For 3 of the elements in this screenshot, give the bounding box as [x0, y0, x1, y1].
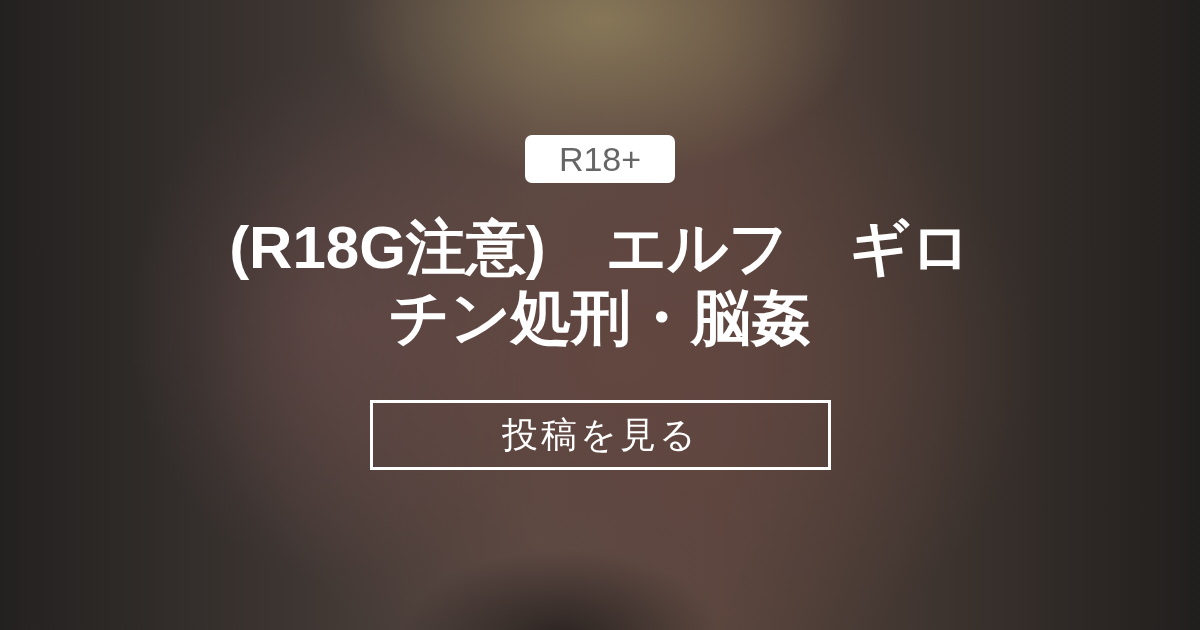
rating-badge: R18+ — [525, 135, 675, 183]
post-title: (R18G注意) エルフ ギロチン処刑・脳姦 — [228, 213, 972, 353]
view-post-button[interactable]: 投稿を見る — [369, 400, 831, 470]
